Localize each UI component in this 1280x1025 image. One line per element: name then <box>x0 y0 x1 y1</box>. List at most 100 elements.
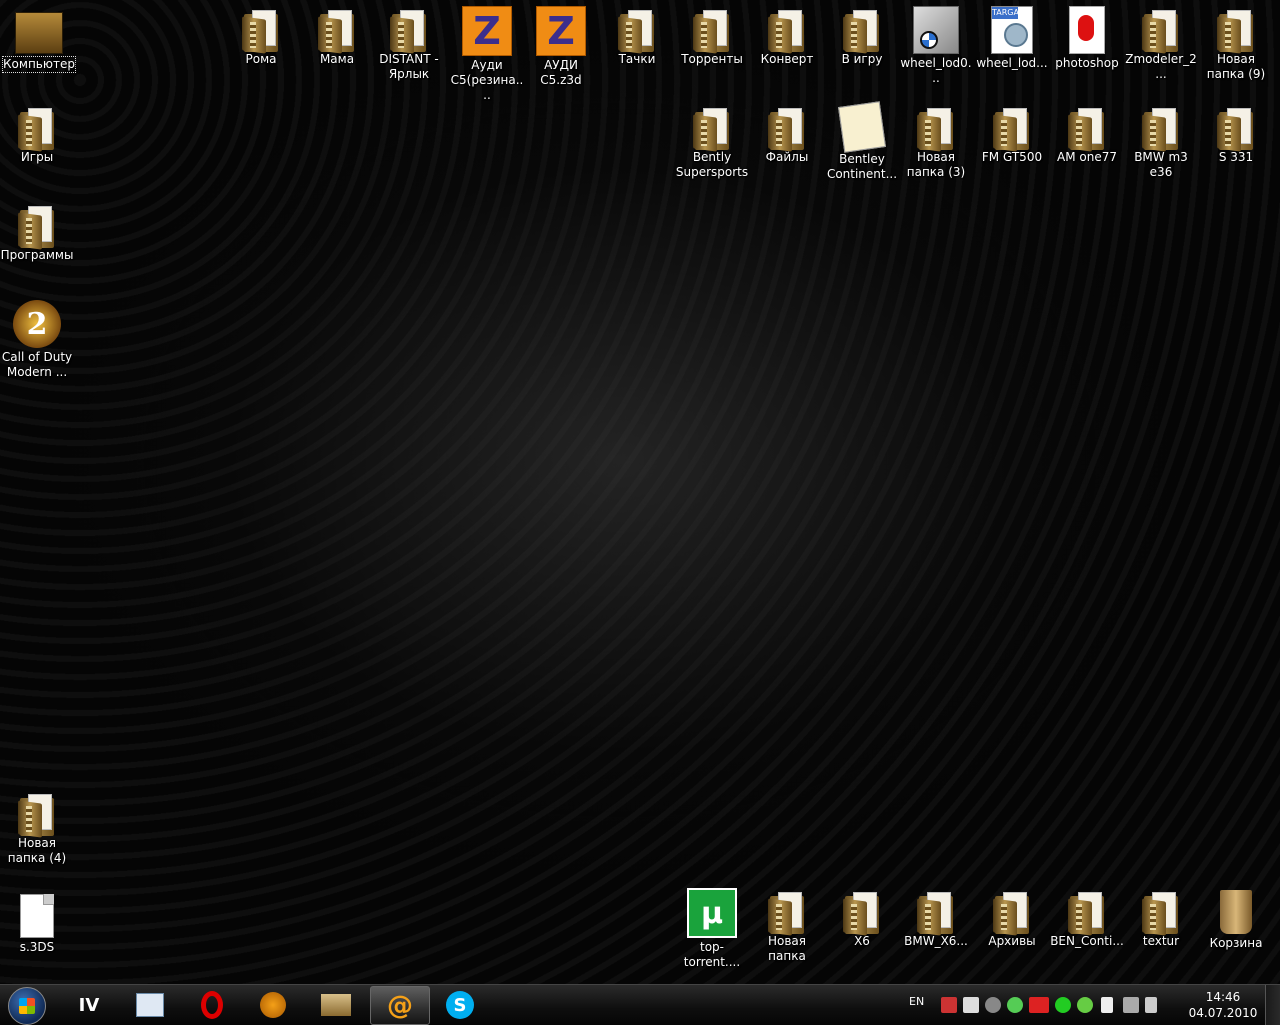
folder-icon <box>1217 8 1255 54</box>
computer-icon <box>15 12 63 54</box>
desktop: Компьютер Игры Программы 2 Call of Duty … <box>0 0 1280 984</box>
folder-icon <box>693 8 731 54</box>
v-igru-folder[interactable]: В игру <box>825 6 899 67</box>
bmw-m3-e36-folder[interactable]: BMW m3 e36 <box>1124 104 1198 180</box>
new-folder-9[interactable]: Новая папка (9) <box>1199 6 1273 82</box>
bmw-x6-folder[interactable]: BMW_X6... <box>899 888 973 949</box>
gta-iv-icon: IV <box>78 994 100 1016</box>
tray-app-icon[interactable] <box>1055 997 1071 1013</box>
tray-app-icon[interactable] <box>963 997 979 1013</box>
action-center-flag-icon[interactable] <box>1101 997 1113 1013</box>
s3ds-file[interactable]: s.3DS <box>0 890 74 955</box>
folder-icon <box>768 8 806 54</box>
bmw-image-icon <box>913 6 959 54</box>
folder-icon <box>768 890 806 936</box>
programs-folder[interactable]: Программы <box>0 202 74 263</box>
new-folder[interactable]: Новая папка <box>750 888 824 964</box>
folder-icon <box>768 106 806 152</box>
taskbar-gta-iv[interactable]: IV <box>60 986 118 1023</box>
volume-icon[interactable] <box>1145 997 1157 1013</box>
archives-folder[interactable]: Архивы <box>975 888 1049 949</box>
folder-icon <box>18 106 56 152</box>
tray-app-icon[interactable] <box>1077 997 1093 1013</box>
torrents-folder[interactable]: Торренты <box>675 6 749 67</box>
folder-icon <box>843 8 881 54</box>
bently-supersports-folder[interactable]: Bently Supersports <box>675 104 749 180</box>
wheel-lod-targa-file[interactable]: TARGA wheel_lod... <box>975 6 1049 71</box>
system-tray: EN <box>905 985 1185 1025</box>
folder-icon <box>618 8 656 54</box>
audi-c5-tires-file[interactable]: Z Ауди C5(резина.... <box>450 6 524 103</box>
clock-date: 04.07.2010 <box>1188 1006 1258 1020</box>
x6-folder[interactable]: X6 <box>825 888 899 949</box>
icq-icon[interactable] <box>1007 997 1023 1013</box>
taskbar-mail-agent[interactable]: @ <box>370 986 430 1025</box>
skype-icon: S <box>445 990 475 1020</box>
roma-folder[interactable]: Рома <box>224 6 298 67</box>
taskbar-opera[interactable] <box>183 986 241 1023</box>
mama-folder[interactable]: Мама <box>300 6 374 67</box>
zmodeler-icon: Z <box>536 6 586 56</box>
folder-icon <box>1068 106 1106 152</box>
taskbar: IV @ S EN 14:46 04.07.2010 <box>0 984 1280 1025</box>
photoshop-file-icon <box>1069 6 1105 54</box>
folder-icon <box>1142 8 1180 54</box>
recycle-bin-icon <box>1220 890 1252 934</box>
file-icon <box>20 894 54 938</box>
steam-icon[interactable] <box>985 997 1001 1013</box>
folder-shortcut-icon <box>390 8 428 54</box>
ben-conti-folder[interactable]: BEN_Conti... <box>1050 888 1124 949</box>
explorer-icon <box>135 990 165 1020</box>
aimp-icon <box>258 990 288 1020</box>
audi-c5-z3d-file[interactable]: Z АУДИ C5.z3d <box>524 6 598 88</box>
folder-icon <box>917 106 955 152</box>
taskbar-aimp[interactable] <box>244 986 302 1023</box>
folder-icon <box>318 8 356 54</box>
zmodeler2-folder[interactable]: Zmodeler_2... <box>1124 6 1198 82</box>
language-indicator[interactable]: EN <box>909 995 924 1008</box>
new-folder-4[interactable]: Новая папка (4) <box>0 790 74 866</box>
recycle-bin[interactable]: Корзина <box>1199 888 1273 951</box>
textur-folder[interactable]: textur <box>1124 888 1198 949</box>
wheel-lod0-file[interactable]: wheel_lod0... <box>899 6 973 86</box>
start-button[interactable] <box>8 987 46 1025</box>
am-one77-folder[interactable]: AM one77 <box>1050 104 1124 165</box>
taskbar-explorer[interactable] <box>121 986 179 1023</box>
cod-shortcut[interactable]: 2 Call of Duty Modern ... <box>0 300 74 380</box>
folder-icon <box>18 792 56 838</box>
fm-gt500-folder[interactable]: FM GT500 <box>975 104 1049 165</box>
taskbar-skype[interactable]: S <box>431 986 489 1023</box>
folder-icon <box>1142 106 1180 152</box>
files-folder[interactable]: Файлы <box>750 104 824 165</box>
folder-icon <box>242 8 280 54</box>
photoshop-file[interactable]: photoshop <box>1050 6 1124 71</box>
s331-folder[interactable]: S 331 <box>1199 104 1273 165</box>
top-torrent-file[interactable]: µ top-torrent.... <box>675 888 749 970</box>
bentley-continental-file[interactable]: Bentley Continent... <box>825 101 899 182</box>
folder-icon <box>993 106 1031 152</box>
folder-icon <box>18 204 56 250</box>
folder-icon <box>693 106 731 152</box>
opera-icon <box>197 990 227 1020</box>
computer-desktop-icon[interactable]: Компьютер <box>2 8 76 73</box>
folder-icon <box>321 990 351 1020</box>
new-folder-3[interactable]: Новая папка (3) <box>899 104 973 180</box>
clock-time: 14:46 <box>1205 990 1241 1004</box>
folder-icon <box>1217 106 1255 152</box>
distant-shortcut[interactable]: DISTANT - Ярлык <box>372 6 446 82</box>
show-desktop-button[interactable] <box>1265 985 1280 1025</box>
tachki-folder[interactable]: Тачки <box>600 6 674 67</box>
tray-app-icon[interactable] <box>941 997 957 1013</box>
targa-file-icon: TARGA <box>991 6 1033 54</box>
windows-logo-icon <box>19 998 35 1014</box>
games-folder[interactable]: Игры <box>0 104 74 165</box>
konvert-folder[interactable]: Конверт <box>750 6 824 67</box>
clock[interactable]: 14:46 04.07.2010 <box>1188 989 1258 1021</box>
folder-icon <box>1068 890 1106 936</box>
mail-agent-icon: @ <box>387 991 413 1021</box>
utorrent-icon: µ <box>687 888 737 938</box>
network-icon[interactable] <box>1123 997 1139 1013</box>
notes-file-icon <box>838 101 886 153</box>
ati-icon[interactable] <box>1029 997 1049 1013</box>
taskbar-folder[interactable] <box>307 986 365 1023</box>
